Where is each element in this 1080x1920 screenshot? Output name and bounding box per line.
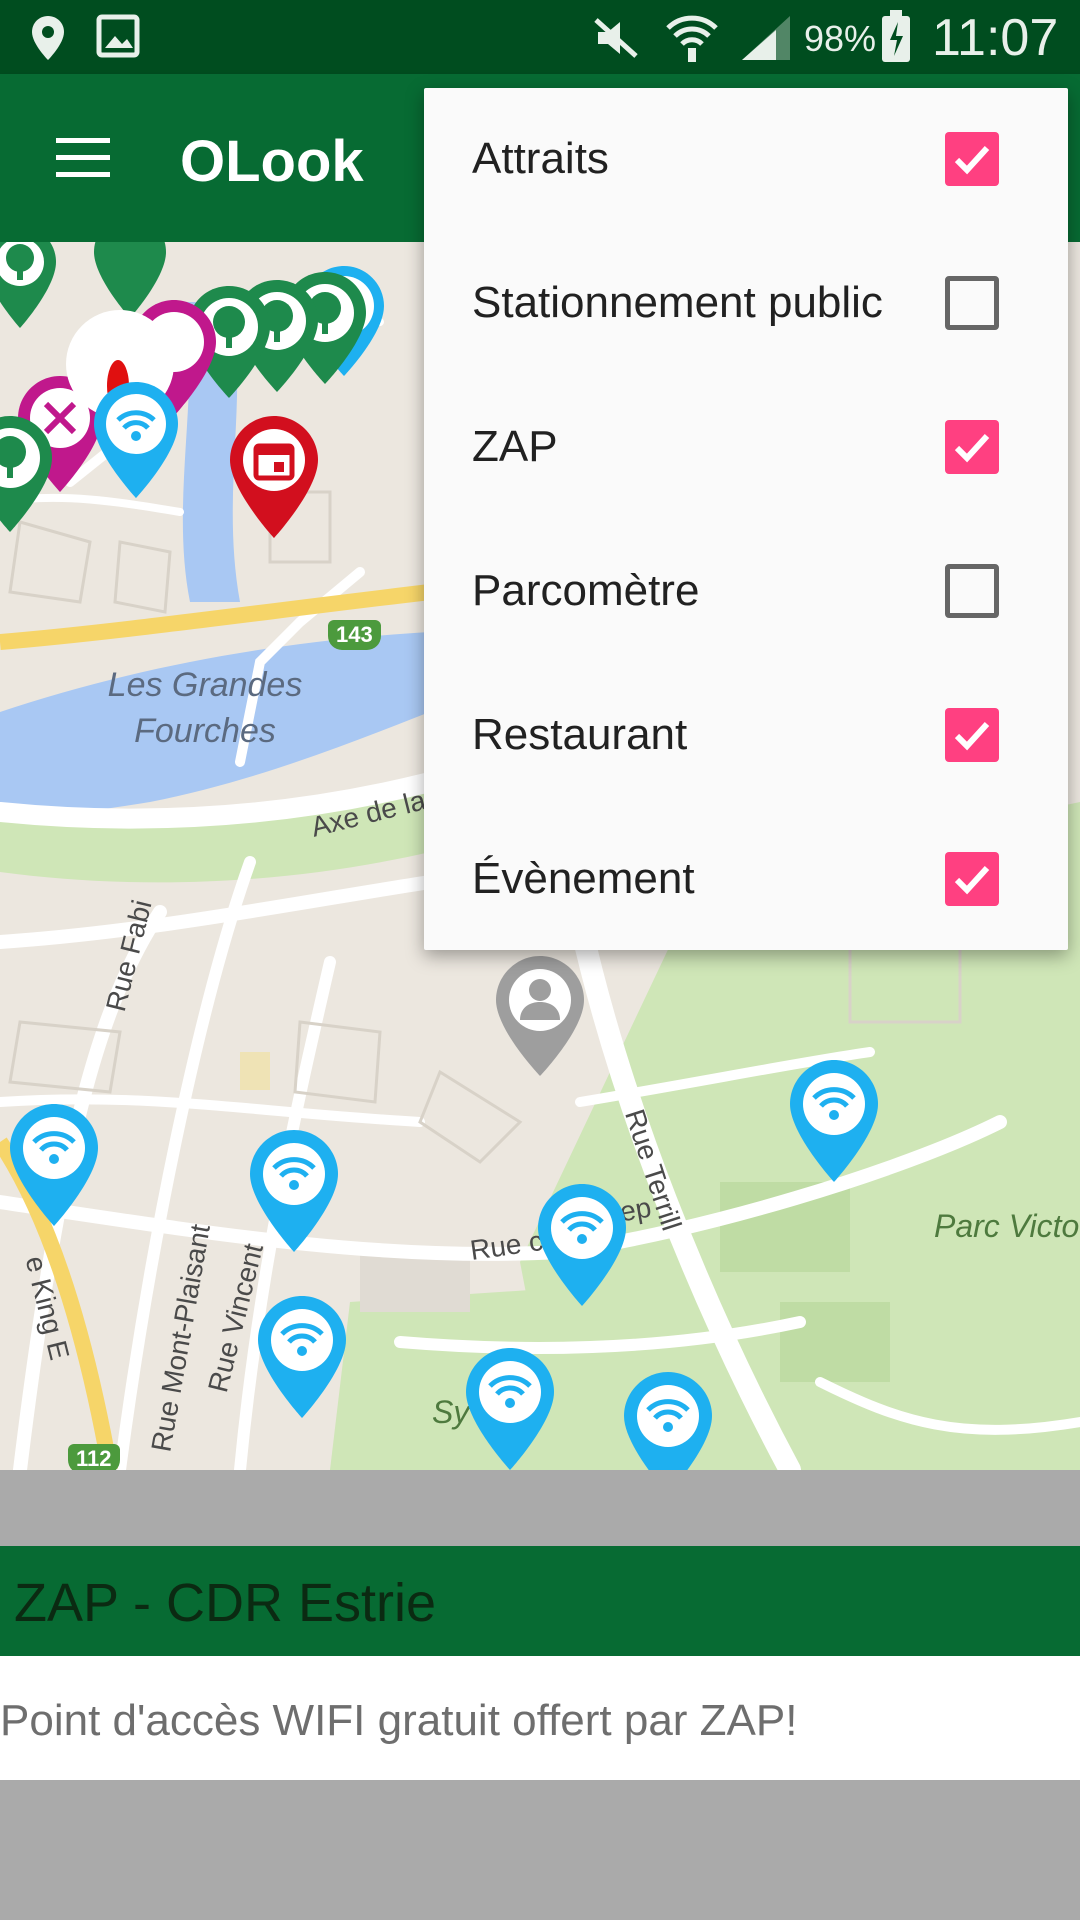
filter-item-label: Parcomètre: [472, 566, 700, 615]
checkbox-checked[interactable]: [945, 132, 999, 186]
status-bar: 98% 11:07: [0, 0, 1080, 74]
hamburger-menu-icon[interactable]: [42, 122, 126, 196]
filter-dropdown-menu: Attraits Stationnement public ZAP Parcom…: [424, 88, 1068, 950]
image-icon: [96, 14, 140, 63]
filter-item-label: Attraits: [472, 134, 609, 183]
filter-item-restaurant[interactable]: Restaurant: [424, 664, 1068, 808]
filter-item-parcometre[interactable]: Parcomètre: [424, 520, 1068, 664]
checkbox-checked[interactable]: [945, 420, 999, 474]
filter-item-attraits[interactable]: Attraits: [424, 88, 1068, 232]
mute-icon: [592, 14, 640, 67]
river-label: Les Grandes Fourches: [107, 666, 303, 750]
clock: 11:07: [932, 9, 1059, 67]
filter-item-label: Évènement: [472, 854, 695, 903]
signal-icon: [740, 14, 792, 67]
filter-item-zap[interactable]: ZAP: [424, 376, 1068, 520]
filter-item-label: ZAP: [472, 422, 558, 471]
info-panel-header[interactable]: ZAP - CDR Estrie: [0, 1546, 1080, 1656]
battery-percent: 98%: [804, 18, 877, 59]
park-label: Parc Victo: [934, 1208, 1080, 1244]
checkbox-unchecked[interactable]: [945, 564, 999, 618]
checkbox-checked[interactable]: [945, 708, 999, 762]
info-panel-title: ZAP - CDR Estrie: [14, 1573, 437, 1633]
route-badge-143: 143: [328, 620, 381, 650]
wifi-icon: [664, 14, 720, 69]
filter-item-label: Stationnement public: [472, 278, 883, 327]
filter-item-label: Restaurant: [472, 710, 688, 759]
info-panel-body: Point d'accès WIFI gratuit offert par ZA…: [0, 1656, 1080, 1780]
checkbox-checked[interactable]: [945, 852, 999, 906]
battery-charging-icon: [880, 10, 912, 69]
panel-spacer: [0, 1470, 1080, 1546]
info-panel-description: Point d'accès WIFI gratuit offert par ZA…: [0, 1696, 798, 1745]
app-title: OLook: [180, 129, 364, 194]
location-icon: [28, 14, 68, 67]
checkbox-unchecked[interactable]: [945, 276, 999, 330]
panel-footer: [0, 1780, 1080, 1920]
filter-item-evenement[interactable]: Évènement: [424, 808, 1068, 952]
filter-item-stationnement-public[interactable]: Stationnement public: [424, 232, 1068, 376]
route-badge-112: 112: [68, 1444, 120, 1470]
